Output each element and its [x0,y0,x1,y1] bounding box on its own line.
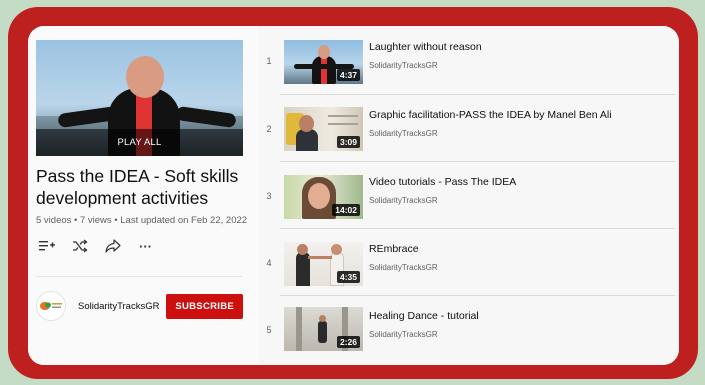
video-index: 4 [266,258,272,268]
video-channel[interactable]: SolidarityTracksGR [369,129,438,138]
playlist-card: PLAY ALL Pass the IDEA - Soft skills dev… [28,26,679,365]
video-index: 3 [266,191,272,201]
list-item[interactable]: 5 2:26 Healing Dance - tutorial Solidari… [259,295,679,362]
video-title[interactable]: Graphic facilitation-PASS the IDEA by Ma… [369,109,612,121]
channel-avatar[interactable] [36,291,66,321]
playlist-sidebar: PLAY ALL Pass the IDEA - Soft skills dev… [28,26,259,365]
thumb-person [296,129,318,151]
video-channel[interactable]: SolidarityTracksGR [369,61,438,70]
video-index: 5 [266,325,272,335]
video-duration: 4:35 [336,271,360,283]
play-all-label[interactable]: PLAY ALL [117,137,161,148]
thumb-head [319,315,326,322]
thumb-head-left [297,244,308,255]
share-icon[interactable] [102,236,123,256]
playlist-hero-thumbnail[interactable]: PLAY ALL [36,40,243,156]
video-duration: 2:26 [336,336,360,348]
thumb-head [318,45,330,59]
video-title[interactable]: REmbrace [369,243,419,255]
thumb-column [296,307,302,351]
list-item[interactable]: 2 3:09 Graphic facilitation-PASS the IDE… [259,94,679,161]
video-index: 1 [266,56,272,66]
playlist-title: Pass the IDEA - Soft skills development … [36,166,239,208]
list-item[interactable]: 3 14:02 Video tutorials - Pass The IDEA … [259,161,679,228]
channel-row: SolidarityTracksGR SUBSCRIBE [36,291,243,321]
play-all-overlay[interactable]: PLAY ALL [36,129,243,156]
video-channel[interactable]: SolidarityTracksGR [369,263,438,272]
subscribe-button[interactable]: SUBSCRIBE [166,293,243,319]
video-thumbnail[interactable]: 14:02 [284,175,363,219]
list-item[interactable]: 4 4:35 REmbrace SolidarityTracksGR [259,228,679,295]
thumb-hands [308,256,332,259]
channel-name[interactable]: SolidarityTracksGR [78,301,166,312]
thumb-scarf [321,56,327,84]
video-title[interactable]: Healing Dance - tutorial [369,310,479,322]
thumb-shelf [328,115,358,117]
video-title[interactable]: Laughter without reason [369,41,482,53]
thumb-shelf [328,123,358,125]
video-duration: 14:02 [332,204,360,216]
playlist-actions: ··· [36,236,156,256]
thumb-head-right [331,244,342,255]
add-to-queue-icon[interactable] [36,236,57,256]
video-title[interactable]: Video tutorials - Pass The IDEA [369,176,516,188]
video-thumbnail[interactable]: 4:35 [284,242,363,286]
more-options-label: ··· [139,238,152,254]
sidebar-divider [36,276,243,277]
thumb-head [299,115,314,132]
video-thumbnail[interactable]: 3:09 [284,107,363,151]
playlist-meta: 5 videos • 7 views • Last updated on Feb… [36,215,248,226]
video-thumbnail[interactable]: 2:26 [284,307,363,351]
video-duration: 4:37 [336,69,360,81]
thumb-dancer [318,321,327,343]
video-index: 2 [266,124,272,134]
hero-head [126,56,164,98]
more-options-icon[interactable]: ··· [135,236,156,256]
video-list: 1 4:37 Laughter without reason Solidarit… [259,26,679,365]
shuffle-icon[interactable] [69,236,90,256]
video-duration: 3:09 [336,136,360,148]
video-thumbnail[interactable]: 4:37 [284,40,363,84]
thumb-face [308,183,330,209]
video-channel[interactable]: SolidarityTracksGR [369,330,438,339]
video-channel[interactable]: SolidarityTracksGR [369,196,438,205]
list-item[interactable]: 1 4:37 Laughter without reason Solidarit… [259,26,679,93]
